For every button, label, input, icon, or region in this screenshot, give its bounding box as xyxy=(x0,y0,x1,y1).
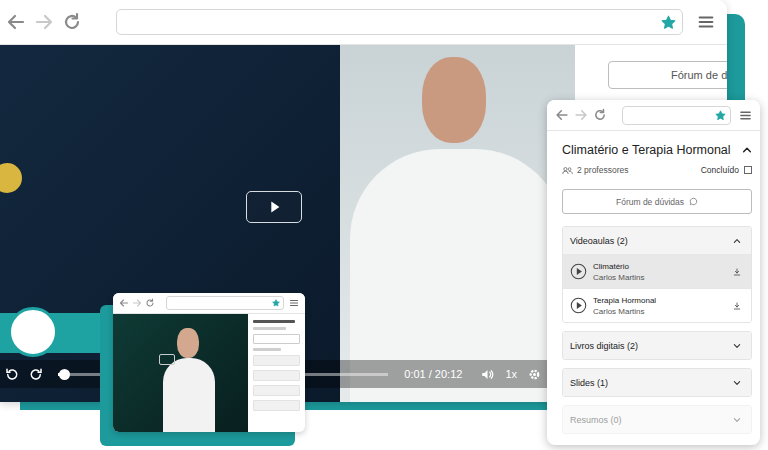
bookmark-star-icon[interactable] xyxy=(661,15,676,30)
play-circle-icon[interactable] xyxy=(570,263,587,280)
volume-icon[interactable] xyxy=(480,367,495,382)
small-browser-window xyxy=(113,293,305,432)
refresh-icon[interactable] xyxy=(62,12,82,32)
course-header[interactable]: Climatério e Terapia Hormonal xyxy=(562,143,752,157)
play-icon xyxy=(265,198,283,216)
refresh-icon[interactable] xyxy=(145,298,155,308)
lesson-author: Carlos Martins xyxy=(593,307,727,316)
desktop: 0:01 / 20:12 1x Fórum de d Climatério e … xyxy=(0,0,768,450)
people-icon xyxy=(562,166,573,175)
back-arrow-icon[interactable] xyxy=(6,12,26,32)
address-bar[interactable] xyxy=(622,106,731,125)
section-header[interactable]: Videoaulas (2) xyxy=(563,227,751,254)
video-lesson-item[interactable]: Climatério Carlos Martins xyxy=(563,254,751,288)
section-header[interactable]: Slides (1) xyxy=(563,369,751,396)
refresh-icon[interactable] xyxy=(593,108,607,122)
done-toggle[interactable]: Concluído xyxy=(701,165,752,175)
menu-icon[interactable] xyxy=(739,109,752,122)
section-header[interactable]: Livros digitais (2) xyxy=(563,332,751,359)
speed-button[interactable]: 1x xyxy=(505,368,517,380)
course-browser-window: Climatério e Terapia Hormonal 2 professo… xyxy=(547,100,760,445)
video-frame[interactable] xyxy=(113,314,248,432)
chevron-up-icon[interactable] xyxy=(733,237,741,245)
forward-icon[interactable] xyxy=(29,367,44,382)
address-bar[interactable] xyxy=(116,9,683,35)
teachers-label: 2 professores xyxy=(562,165,629,175)
bookmark-star-icon[interactable] xyxy=(715,110,726,121)
chevron-down-icon[interactable] xyxy=(733,416,741,424)
back-arrow-icon[interactable] xyxy=(119,298,129,308)
content-section: Resumos (0) xyxy=(562,405,752,434)
download-icon[interactable] xyxy=(733,302,741,310)
chevron-up-icon[interactable] xyxy=(742,145,752,155)
time-label: 0:01 / 20:12 xyxy=(404,368,462,380)
video-lesson-item[interactable]: Terapia Hormonal Carlos Martins xyxy=(563,288,751,322)
section-header[interactable]: Resumos (0) xyxy=(563,406,751,433)
progress-thumb[interactable] xyxy=(59,369,70,380)
presenter-picture xyxy=(340,45,575,402)
content-section: Livros digitais (2) xyxy=(562,331,752,360)
bookmark-star-icon[interactable] xyxy=(272,299,280,307)
chevron-down-icon[interactable] xyxy=(733,379,741,387)
forward-arrow-icon[interactable] xyxy=(574,108,588,122)
lesson-list xyxy=(248,314,305,432)
lesson-title: Climatério xyxy=(593,262,727,271)
play-circle-icon[interactable] xyxy=(570,297,587,314)
lesson-author: Carlos Martins xyxy=(593,273,727,282)
browser-toolbar xyxy=(547,100,760,131)
forum-button[interactable]: Fórum de d xyxy=(608,61,727,89)
browser-toolbar xyxy=(0,0,727,45)
chat-bubble-icon xyxy=(689,197,698,206)
back-arrow-icon[interactable] xyxy=(555,108,569,122)
done-checkbox[interactable] xyxy=(744,166,752,174)
forward-arrow-icon[interactable] xyxy=(34,12,54,32)
menu-icon[interactable] xyxy=(697,13,715,31)
chevron-down-icon[interactable] xyxy=(733,342,741,350)
settings-gear-icon[interactable] xyxy=(527,367,542,382)
forward-arrow-icon[interactable] xyxy=(132,298,142,308)
browser-toolbar xyxy=(113,293,305,314)
lesson-title: Terapia Hormonal xyxy=(593,296,727,305)
rewind-icon[interactable] xyxy=(4,367,19,382)
address-bar[interactable] xyxy=(166,296,284,310)
download-icon[interactable] xyxy=(733,268,741,276)
forum-button[interactable]: Fórum de dúvidas xyxy=(562,189,752,214)
content-section: Slides (1) xyxy=(562,368,752,397)
content-section: Videoaulas (2) Climatério Carlos Martins… xyxy=(562,226,752,323)
play-button[interactable] xyxy=(246,191,302,223)
menu-icon[interactable] xyxy=(289,298,299,308)
course-title: Climatério e Terapia Hormonal xyxy=(562,143,731,157)
